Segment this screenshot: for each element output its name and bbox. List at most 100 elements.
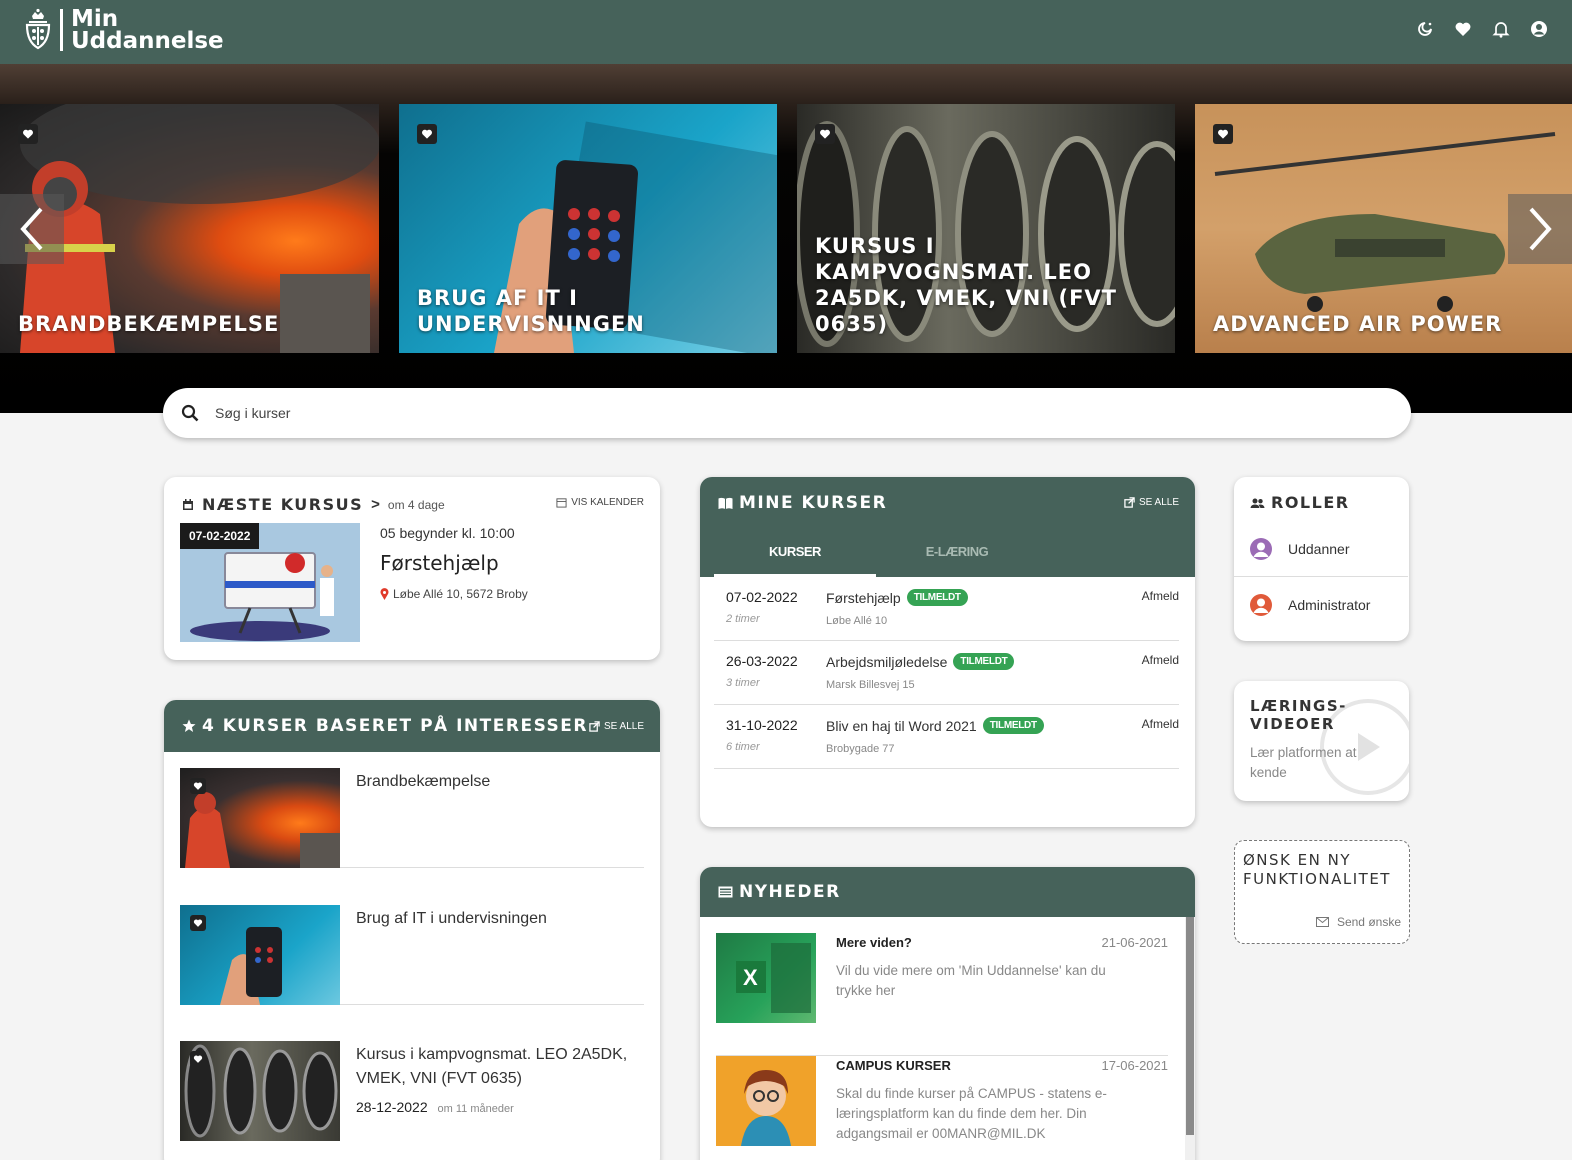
newspaper-icon [718, 886, 733, 898]
send-wish-label: Send ønske [1336, 915, 1401, 929]
next-course-name[interactable]: Førstehjælp [380, 551, 528, 575]
news-card: Nyheder X Mere viden? 21-06-2021 Vil du … [700, 867, 1195, 1160]
favorite-icon[interactable] [1213, 124, 1233, 144]
favorite-icon[interactable] [815, 124, 835, 144]
course-thumbnail [180, 905, 340, 1005]
crest-icon [22, 8, 54, 52]
list-item[interactable]: Kursus i kampvognsmat. LEO 2A5DK, VMEK, … [180, 1041, 644, 1141]
course-title-row: Førstehjælp TILMELDT [826, 589, 968, 606]
logo-line-1: Min [71, 6, 119, 32]
scrollbar-thumb[interactable] [1186, 917, 1194, 1135]
videos-title-line-2: videoer [1250, 715, 1335, 733]
interest-course-title: Kursus i kampvognsmat. LEO 2A5DK, VMEK, … [356, 1046, 628, 1087]
next-course-arrow[interactable]: > [371, 496, 380, 513]
status-badge: TILMELDT [982, 717, 1044, 734]
my-courses-header: Mine kurser SE ALLE KURSER E-LÆRING [700, 477, 1195, 577]
book-icon [718, 497, 733, 509]
list-item[interactable]: Brug af IT i undervisningen [180, 905, 644, 1005]
theme-toggle-icon[interactable] [1416, 20, 1432, 38]
next-course-card: Næste kursus > om 4 dage VIS KALENDER 07… [164, 477, 660, 660]
news-item-text: Skal du finde kurser på CAMPUS - statens… [836, 1086, 1107, 1141]
next-course-countdown: om 4 dage [387, 497, 445, 512]
carousel-next-button[interactable] [1508, 194, 1572, 264]
role-item-administrator[interactable]: Administrator [1234, 577, 1408, 633]
course-title[interactable]: Bliv en haj til Word 2021 [826, 718, 977, 734]
favorite-icon[interactable] [190, 778, 206, 794]
course-title-row: Arbejdsmiljøledelse TILMELDT [826, 653, 1015, 670]
table-row[interactable]: 07-02-2022 2 timer Førstehjælp TILMELDT … [714, 577, 1179, 641]
videos-title: Lærings- videoer [1250, 697, 1347, 733]
course-thumbnail [180, 768, 340, 868]
favorite-icon[interactable] [417, 124, 437, 144]
external-link-icon [1124, 497, 1135, 508]
news-item-title: Mere viden? [836, 935, 912, 950]
my-courses-title-row: Mine kurser [718, 493, 887, 513]
my-courses-see-all-label: SE ALLE [1138, 497, 1179, 508]
star-icon [182, 719, 196, 732]
table-row[interactable]: 31-10-2022 6 timer Bliv en haj til Word … [714, 705, 1179, 769]
news-item-title: CAMPUS KURSER [836, 1058, 951, 1073]
favorite-icon[interactable] [190, 1051, 206, 1067]
role-item-uddanner[interactable]: Uddanner [1234, 521, 1408, 577]
news-thumbnail: X [716, 933, 816, 1023]
start-line: 05 begynder kl. 10:00 [380, 525, 528, 541]
logo[interactable]: Min Uddannelse [22, 6, 224, 54]
carousel-slide[interactable]: Brug af IT i undervisningen [399, 104, 777, 353]
news-title: Nyheder [739, 882, 841, 902]
logo-divider [60, 9, 63, 51]
show-calendar-link[interactable]: VIS KALENDER [556, 497, 644, 508]
carousel-slide[interactable]: Kursus i kampvognsmat. LEO 2A5DK, VMEK, … [797, 104, 1175, 353]
slide-title: Brug af IT i undervisningen [417, 286, 645, 336]
news-item-text: Vil du vide mere om 'Min Uddannelse' kan… [836, 963, 1106, 998]
bell-icon[interactable] [1492, 20, 1510, 38]
my-courses-card: Mine kurser SE ALLE KURSER E-LÆRING 07-0… [700, 477, 1195, 827]
send-wish-button[interactable]: Send ønske [1315, 915, 1401, 929]
course-date: 07-02-2022 [726, 589, 798, 605]
list-item[interactable]: CAMPUS KURSER 17-06-2021 Skal du finde k… [716, 1056, 1168, 1160]
tab-e-learning[interactable]: E-LÆRING [876, 529, 1038, 577]
unregister-link[interactable]: Afmeld [1142, 653, 1179, 667]
heart-icon[interactable] [1454, 20, 1471, 38]
course-duration: 6 timer [726, 741, 760, 753]
my-courses-see-all-link[interactable]: SE ALLE [1124, 497, 1179, 508]
interest-course-title: Brug af IT i undervisningen [356, 910, 547, 927]
list-item[interactable]: X Mere viden? 21-06-2021 Vil du vide mer… [716, 933, 1168, 1056]
slide-title: Advanced Air Power [1213, 312, 1503, 336]
tab-courses[interactable]: KURSER [714, 529, 876, 577]
interests-title: 4 kurser baseret på interesser [202, 716, 588, 736]
course-title[interactable]: Førstehjælp [826, 590, 901, 606]
learning-videos-card[interactable]: Lærings- videoer Lær platformen at kende [1234, 681, 1409, 801]
news-scrollbar[interactable] [1185, 917, 1195, 1160]
unregister-link[interactable]: Afmeld [1142, 589, 1179, 603]
favorite-icon[interactable] [190, 915, 206, 931]
interests-card: 4 kurser baseret på interesser SE ALLE B… [164, 700, 660, 1160]
course-duration: 3 timer [726, 677, 760, 689]
slide-title: Kursus i kampvognsmat. LEO 2A5DK, VMEK, … [815, 234, 1117, 336]
interest-course-title: Brandbekæmpelse [356, 773, 491, 790]
table-row[interactable]: 26-03-2022 3 timer Arbejdsmiljøledelse T… [714, 641, 1179, 705]
header-actions [1416, 20, 1547, 38]
favorite-icon[interactable] [18, 124, 38, 144]
next-course-info: 05 begynder kl. 10:00 Førstehjælp Løbe A… [380, 525, 528, 601]
chevron-left-icon [20, 207, 43, 251]
next-course-title: Næste kursus [202, 495, 364, 514]
logo-text: Min Uddannelse [71, 6, 224, 54]
course-title[interactable]: Arbejdsmiljøledelse [826, 654, 947, 670]
search-input[interactable] [215, 405, 1115, 421]
course-location: Marsk Billesvej 15 [826, 679, 915, 691]
avatar [1250, 594, 1272, 616]
carousel-prev-button[interactable] [0, 194, 64, 264]
user-icon[interactable] [1530, 20, 1547, 38]
interest-course-date-line: 28-12-2022 om 11 måneder [356, 1099, 514, 1115]
status-badge: TILMELDT [953, 653, 1015, 670]
list-item[interactable]: Brandbekæmpelse [180, 768, 644, 868]
course-date: 31-10-2022 [726, 717, 798, 733]
feature-request-card: Ønsk en ny funktionalitet Send ønske [1234, 840, 1410, 944]
course-thumbnail[interactable]: 07-02-2022 [180, 523, 360, 642]
logo-line-2: Uddannelse [71, 28, 224, 54]
interests-see-all-link[interactable]: SE ALLE [589, 721, 644, 732]
interests-header: 4 kurser baseret på interesser SE ALLE [164, 700, 660, 752]
roles-title: Roller [1271, 493, 1350, 512]
interests-see-all-label: SE ALLE [603, 720, 644, 732]
unregister-link[interactable]: Afmeld [1142, 717, 1179, 731]
